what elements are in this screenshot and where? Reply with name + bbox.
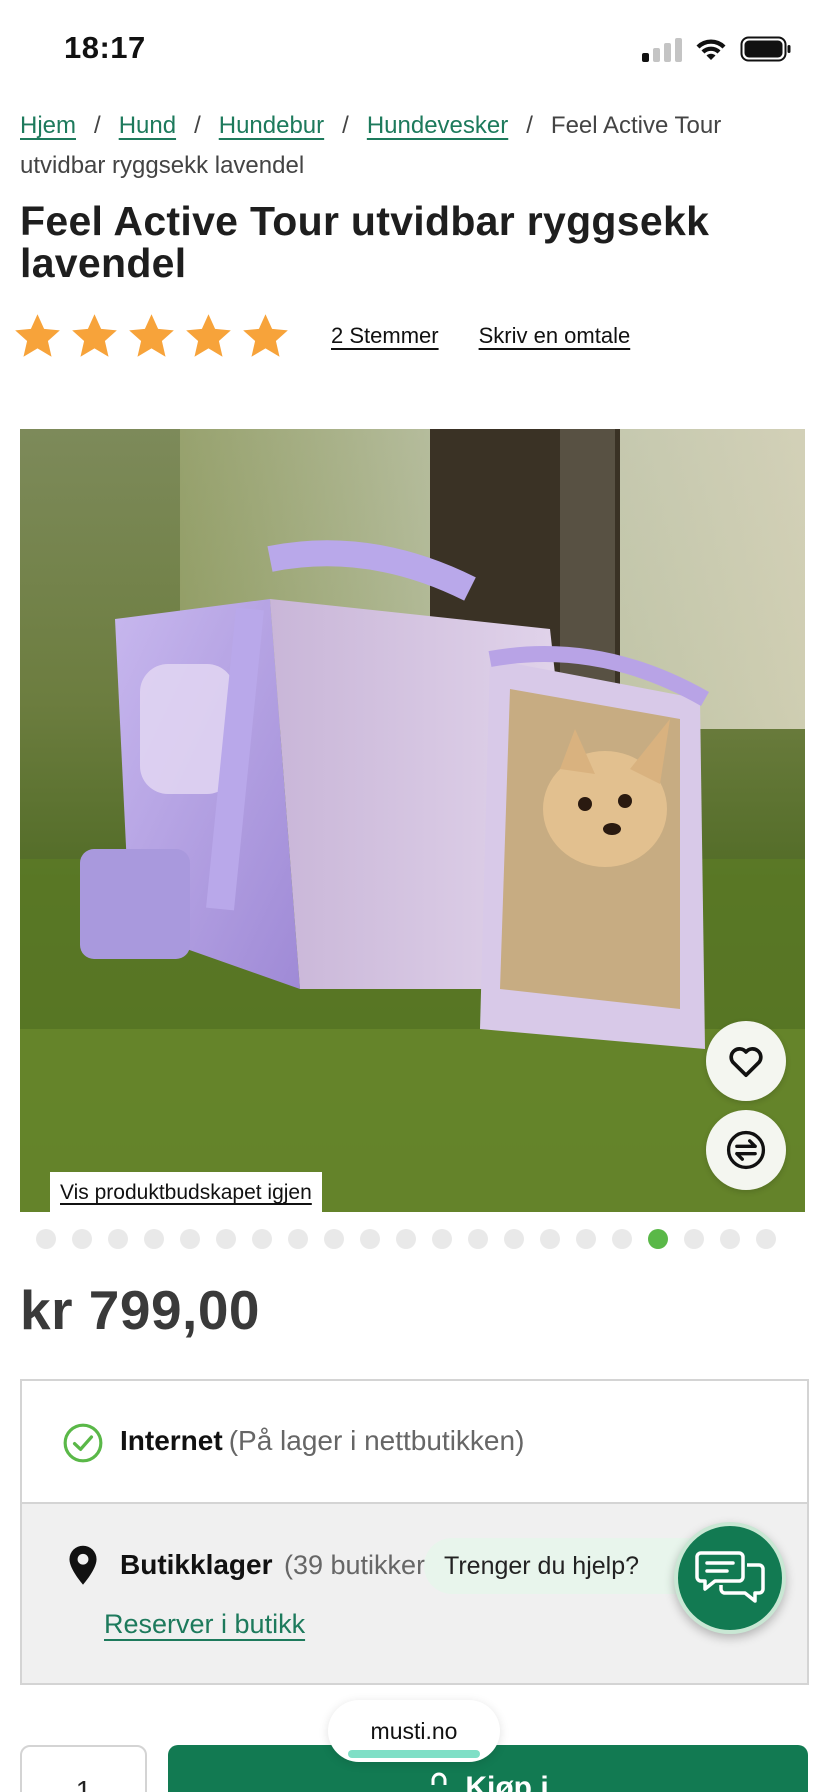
store-stock-label: Butikklager xyxy=(120,1549,273,1580)
availability-box: Internet (På lager i nettbutikken) Butikk… xyxy=(20,1379,809,1685)
status-time: 18:17 xyxy=(64,30,146,65)
breadcrumb-link-dog-crate[interactable]: Hundebur xyxy=(219,112,324,139)
location-pin-icon xyxy=(69,1545,97,1585)
carousel-dot[interactable] xyxy=(432,1229,452,1249)
cellular-signal-icon xyxy=(642,36,682,62)
carousel-dot[interactable] xyxy=(144,1229,164,1249)
carousel-dot[interactable] xyxy=(180,1229,200,1249)
breadcrumb-separator: / xyxy=(94,112,101,139)
carousel-dot[interactable] xyxy=(504,1229,524,1249)
carousel-dot[interactable] xyxy=(288,1229,308,1249)
availability-online-label: Internet (På lager i nettbutikken) xyxy=(120,1425,524,1457)
carousel-dot[interactable] xyxy=(540,1229,560,1249)
rating-row: 2 Stemmer Skriv en omtale xyxy=(12,308,630,364)
rating-stars xyxy=(12,311,291,362)
carousel-dot[interactable] xyxy=(252,1229,272,1249)
availability-online: Internet (På lager i nettbutikken) xyxy=(22,1381,807,1504)
help-chat-label[interactable]: Trenger du hjelp? xyxy=(424,1538,694,1594)
carousel-dots xyxy=(36,1229,776,1249)
carousel-dot[interactable] xyxy=(108,1229,128,1249)
wishlist-button[interactable] xyxy=(706,1021,786,1101)
breadcrumb-separator: / xyxy=(526,112,533,139)
carousel-dot[interactable] xyxy=(216,1229,236,1249)
carousel-dot[interactable] xyxy=(360,1229,380,1249)
page-title: Feel Active Tour utvidbar ryggsekk laven… xyxy=(20,198,710,286)
help-chat-button[interactable] xyxy=(674,1522,786,1634)
carousel-dot[interactable] xyxy=(72,1229,92,1249)
carousel-dot[interactable] xyxy=(756,1229,776,1249)
breadcrumb-separator: / xyxy=(194,112,201,139)
star-icon xyxy=(72,313,117,357)
heart-icon xyxy=(729,1047,763,1077)
reserve-in-store-link[interactable]: Reserver i butikk xyxy=(104,1609,305,1640)
product-price: kr 799,00 xyxy=(20,1279,260,1341)
star-icon xyxy=(129,313,174,357)
breadcrumb-link-dog-bags[interactable]: Hundevesker xyxy=(367,112,508,139)
carousel-dot[interactable] xyxy=(576,1229,596,1249)
star-icon xyxy=(186,313,231,357)
add-to-cart-label: Kjøp i xyxy=(465,1771,549,1792)
breadcrumb: Hjem / Hund / Hundebur / Hundevesker / Feel Acti… xyxy=(20,106,790,186)
url-indicator xyxy=(348,1750,480,1758)
browser-url: musti.no xyxy=(370,1717,458,1744)
carousel-dot[interactable] xyxy=(324,1229,344,1249)
status-icons xyxy=(642,36,792,62)
breadcrumb-link-home[interactable]: Hjem xyxy=(20,112,76,139)
write-review-link[interactable]: Skriv en omtale xyxy=(479,323,631,349)
product-photo xyxy=(20,429,805,1212)
carousel-dot[interactable] xyxy=(612,1229,632,1249)
chat-bubbles-icon xyxy=(695,1551,765,1603)
carousel-dot[interactable] xyxy=(720,1229,740,1249)
breadcrumb-separator: / xyxy=(342,112,349,139)
carousel-dot[interactable] xyxy=(36,1229,56,1249)
compare-button[interactable] xyxy=(706,1110,786,1190)
compare-arrows-icon xyxy=(726,1130,766,1170)
check-circle-icon xyxy=(63,1423,103,1463)
status-bar: 18:17 xyxy=(0,0,828,100)
votes-link[interactable]: 2 Stemmer xyxy=(331,323,439,349)
store-stock-note: (39 butikker xyxy=(284,1550,426,1580)
carousel-dot[interactable] xyxy=(684,1229,704,1249)
lock-icon xyxy=(431,1772,447,1785)
online-stock-note: (På lager i nettbutikken) xyxy=(228,1425,525,1456)
product-image[interactable]: Vis produktbudskapet igjen xyxy=(20,429,805,1212)
star-icon xyxy=(15,313,60,357)
browser-url-pill[interactable]: musti.no xyxy=(328,1700,500,1762)
quantity-input[interactable]: 1 xyxy=(20,1745,147,1792)
wifi-icon xyxy=(696,39,726,60)
breadcrumb-link-dog[interactable]: Hund xyxy=(119,112,176,139)
star-icon xyxy=(243,313,288,357)
carousel-dot-active[interactable] xyxy=(648,1229,668,1249)
online-label: Internet xyxy=(120,1425,223,1456)
show-product-message-button[interactable]: Vis produktbudskapet igjen xyxy=(50,1172,322,1212)
carousel-dot[interactable] xyxy=(468,1229,488,1249)
battery-icon xyxy=(740,36,791,62)
carousel-dot[interactable] xyxy=(396,1229,416,1249)
